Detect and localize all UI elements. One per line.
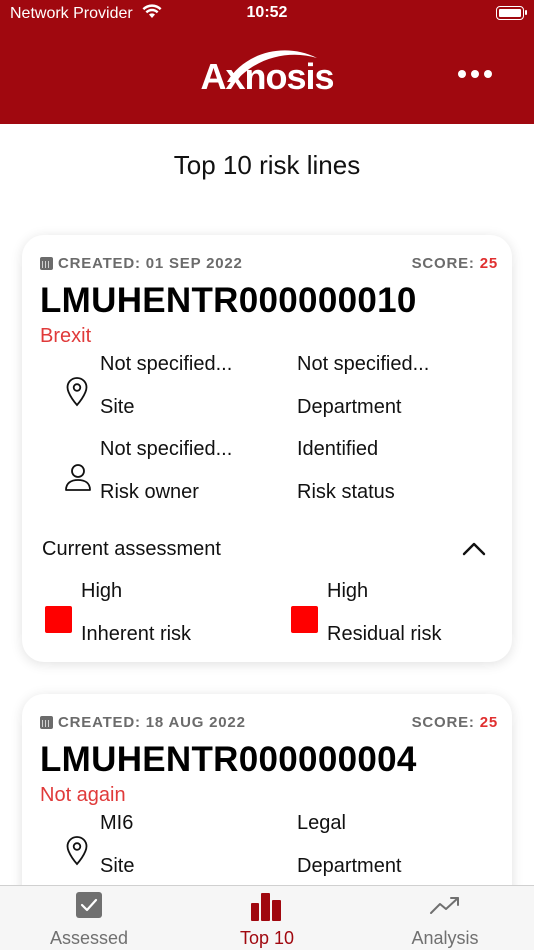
app-header: Network Provider 10:52 Axnosis: [0, 0, 534, 124]
current-assessment-title: Current assessment: [42, 538, 221, 560]
risk-card[interactable]: CREATED: 01 SEP 2022 SCORE: 25 LMUHENTR0…: [22, 235, 512, 662]
status-time: 10:52: [246, 4, 288, 21]
inherent-risk-label: Inherent risk: [81, 623, 192, 645]
tab-analysis[interactable]: Analysis: [356, 886, 534, 950]
trend-up-icon: [430, 897, 459, 914]
residual-risk-value: High: [327, 580, 369, 602]
site-label: Site: [100, 855, 135, 877]
score-label: SCORE:: [411, 255, 475, 272]
site-value: MI6: [100, 812, 134, 834]
department-label: Department: [297, 396, 402, 418]
more-options-icon[interactable]: [458, 70, 492, 78]
tab-label: Analysis: [411, 928, 479, 948]
page-title: Top 10 risk lines: [173, 150, 361, 180]
risk-owner-label: Risk owner: [100, 481, 199, 503]
tab-label: Assessed: [49, 928, 129, 948]
risk-status-value: Identified: [297, 438, 379, 460]
battery-icon: [496, 6, 527, 20]
score-value: 25: [479, 255, 498, 272]
risk-title: Brexit: [40, 325, 92, 347]
score-label: SCORE:: [411, 714, 475, 731]
status-bar: Network Provider 10:52: [0, 0, 534, 28]
calendar-icon: [40, 257, 53, 270]
app-logo: Axnosis: [0, 44, 534, 97]
logo-text: Axnosis: [200, 56, 334, 97]
risk-title: Not again: [40, 784, 126, 806]
location-pin-icon: [66, 836, 88, 866]
risk-owner-value: Not specified...: [100, 438, 233, 460]
tab-top-10[interactable]: Top 10: [178, 886, 356, 950]
bar-chart-icon: [251, 893, 281, 921]
department-label: Department: [297, 855, 402, 877]
department-value: Legal: [297, 812, 346, 834]
residual-risk-label: Residual risk: [327, 623, 442, 645]
score-value: 25: [479, 714, 498, 731]
risk-score: SCORE: 25: [412, 255, 498, 272]
created-label: CREATED: 01 SEP 2022: [58, 255, 243, 272]
tab-label: Top 10: [239, 928, 295, 948]
inherent-risk-value: High: [81, 580, 123, 602]
site-value: Not specified...: [100, 353, 233, 375]
calendar-icon: [40, 716, 53, 729]
location-pin-icon: [66, 377, 88, 407]
risk-reference: LMUHENTR000000010: [40, 281, 417, 320]
chevron-up-icon[interactable]: [462, 541, 486, 557]
residual-risk-indicator: [291, 606, 318, 633]
tab-bar: Assessed Top 10 Analysis: [0, 885, 534, 950]
site-label: Site: [100, 396, 135, 418]
risk-status-label: Risk status: [297, 481, 395, 503]
department-value: Not specified...: [297, 353, 430, 375]
created-date: CREATED: 18 AUG 2022: [40, 714, 246, 731]
created-label: CREATED: 18 AUG 2022: [58, 714, 246, 731]
risk-score: SCORE: 25: [412, 714, 498, 731]
risk-reference: LMUHENTR000000004: [40, 740, 417, 779]
person-icon: [65, 464, 91, 491]
created-date: CREATED: 01 SEP 2022: [40, 255, 243, 272]
inherent-risk-indicator: [45, 606, 72, 633]
checkbox-icon: [76, 892, 102, 918]
tab-assessed[interactable]: Assessed: [0, 886, 178, 950]
